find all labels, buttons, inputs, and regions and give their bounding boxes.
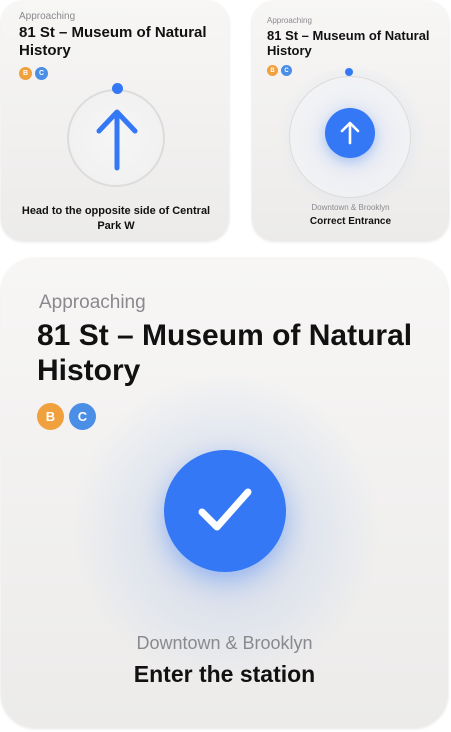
line-badges: B C [37,403,96,430]
line-badge-c: C [35,67,48,80]
direction-label: Downtown & Brooklyn [311,203,390,212]
widget-small-right[interactable]: Approaching 81 St – Museum of Natural Hi… [252,1,449,241]
station-name: 81 St – Museum of Natural History [19,24,207,59]
heading-dot [345,68,353,76]
instruction-text: Correct Entrance [309,216,392,227]
station-name: 81 St – Museum of Natural History [267,28,430,59]
status-badge [164,450,286,572]
line-badge-b: B [19,67,32,80]
approaching-label: Approaching [19,11,76,22]
line-badges: B C [267,65,292,76]
arrow-up-icon [96,109,138,171]
line-badge-b: B [267,65,278,76]
widget-large[interactable]: Approaching 81 St – Museum of Natural Hi… [1,258,448,728]
widget-small-left[interactable]: Approaching 81 St – Museum of Natural Hi… [1,1,229,241]
heading-dot [112,83,123,94]
line-badges: B C [19,67,48,80]
arrow-up-icon [340,121,360,145]
direction-badge [325,108,375,158]
instruction-text: Head to the opposite side of Central Par… [21,205,211,232]
direction-label: Downtown & Brooklyn [136,633,313,653]
approaching-label: Approaching [267,16,312,25]
line-badge-b: B [37,403,64,430]
checkmark-icon [198,488,252,531]
approaching-label: Approaching [39,292,146,313]
line-badge-c: C [69,403,96,430]
instruction-text: Enter the station [133,661,316,687]
line-badge-c: C [281,65,292,76]
